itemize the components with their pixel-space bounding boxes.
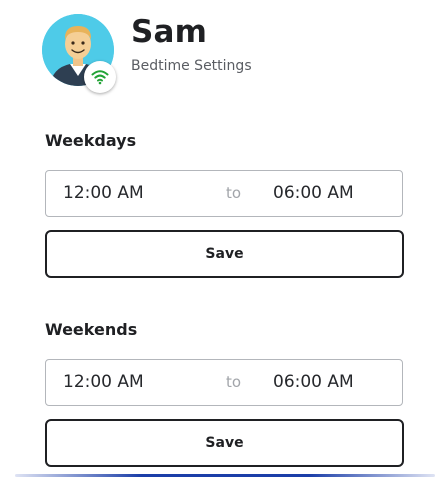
weekdays-start-time[interactable]: 12:00 AM xyxy=(63,171,144,216)
weekdays-time-range[interactable]: 12:00 AM to 06:00 AM xyxy=(45,170,403,217)
weekends-save-button[interactable]: Save xyxy=(45,419,404,467)
connection-status-badge xyxy=(84,61,116,93)
weekdays-end-time[interactable]: 06:00 AM xyxy=(273,171,354,216)
weekdays-save-button[interactable]: Save xyxy=(45,230,404,278)
profile-avatar xyxy=(42,14,116,93)
weekends-title: Weekends xyxy=(45,320,138,339)
weekdays-separator: to xyxy=(226,184,242,202)
weekends-separator: to xyxy=(226,373,242,391)
weekends-time-range[interactable]: 12:00 AM to 06:00 AM xyxy=(45,359,403,406)
bedtime-settings-page: Sam Bedtime Settings Weekdays 12:00 AM t… xyxy=(0,0,445,477)
weekends-end-time[interactable]: 06:00 AM xyxy=(273,360,354,405)
weekdays-title: Weekdays xyxy=(45,131,137,150)
weekends-start-time[interactable]: 12:00 AM xyxy=(63,360,144,405)
wifi-icon xyxy=(91,70,109,85)
page-subtitle: Bedtime Settings xyxy=(131,58,252,74)
profile-name: Sam xyxy=(131,14,208,50)
